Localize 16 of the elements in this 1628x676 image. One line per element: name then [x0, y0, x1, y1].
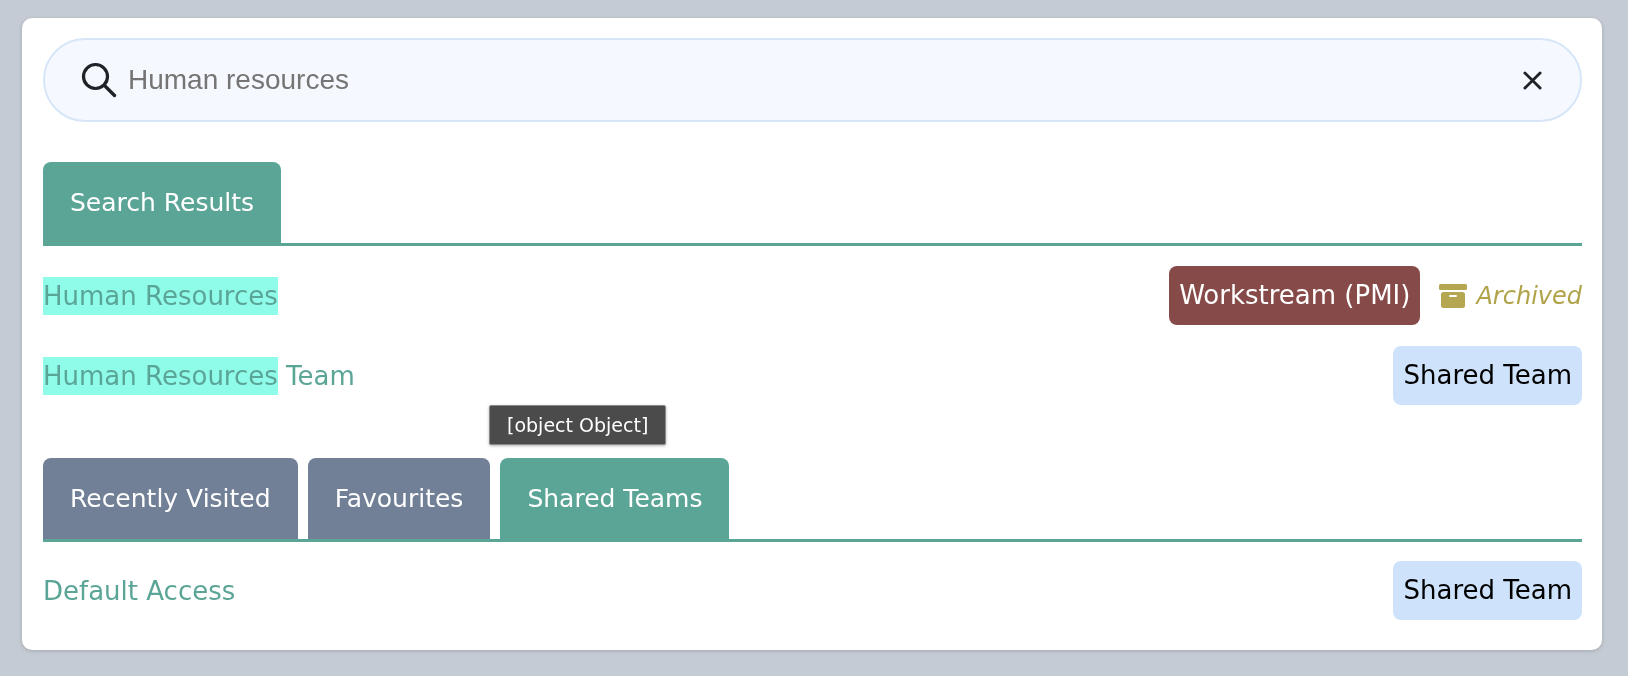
tab[interactable]: Search Results [43, 162, 282, 243]
close-icon[interactable] [1523, 70, 1542, 90]
tooltip: [object Object] [489, 405, 667, 445]
tab[interactable]: Shared Teams [500, 458, 730, 539]
tab[interactable]: Recently Visited [43, 458, 298, 539]
type-badge: Shared Team [1393, 346, 1582, 405]
archived-label: Archived [1476, 281, 1582, 310]
search-input[interactable]: Human resources [128, 64, 1523, 96]
archive-box-icon [1439, 283, 1468, 308]
result-link[interactable]: Human Resources [43, 276, 278, 315]
search-icon [81, 62, 117, 98]
type-badge: Workstream (PMI) [1169, 266, 1421, 325]
type-badge: Shared Team [1393, 561, 1582, 620]
list-link[interactable]: Default Access [43, 571, 236, 610]
search-bar[interactable]: Human resources [43, 38, 1582, 122]
tab[interactable]: Favourites [307, 458, 491, 539]
